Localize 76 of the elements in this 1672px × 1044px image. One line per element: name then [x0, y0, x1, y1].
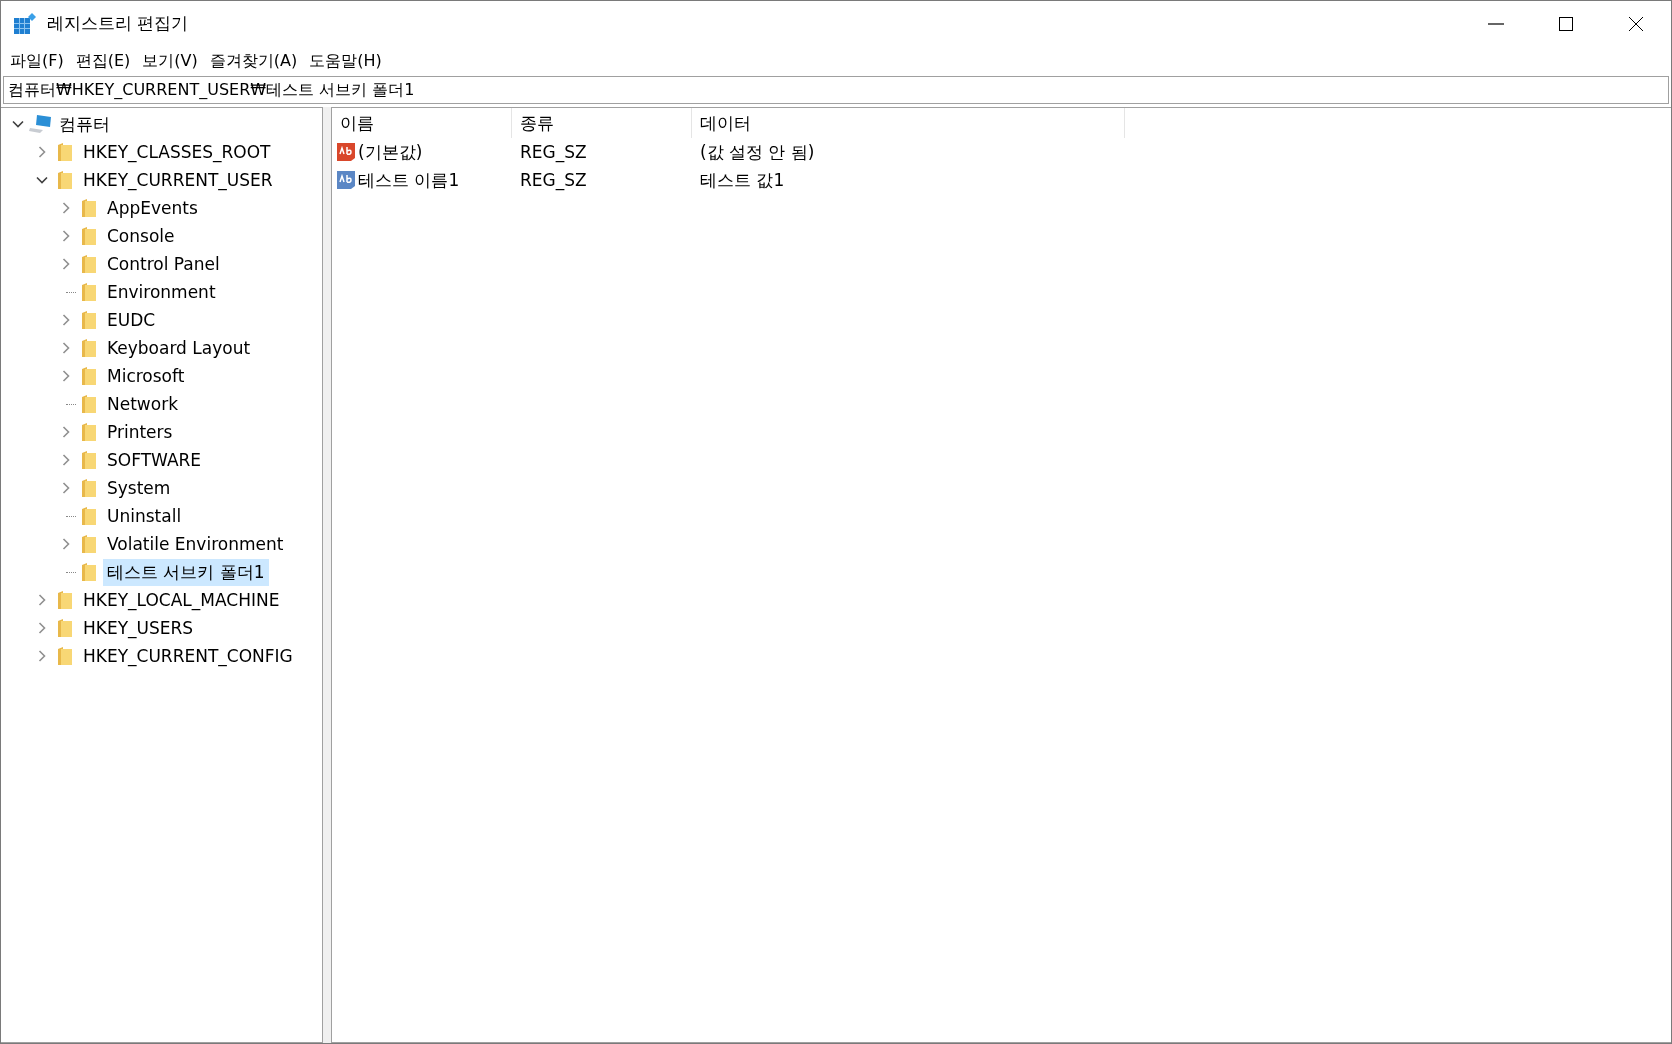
tree-item[interactable]: EUDC [103, 308, 160, 332]
tree-item[interactable]: Keyboard Layout [103, 336, 255, 360]
folder-icon [81, 562, 97, 582]
tree-item[interactable]: HKEY_USERS [79, 616, 198, 640]
chevron-right-icon[interactable] [36, 146, 48, 158]
folder-icon [81, 226, 97, 246]
menu-item[interactable]: 즐겨찾기(A) [204, 48, 303, 74]
tree-item[interactable]: Network [103, 392, 182, 416]
column-header[interactable]: 데이터 [692, 108, 1125, 138]
menu-item[interactable]: 파일(F) [5, 48, 69, 74]
maximize-icon [1558, 15, 1574, 32]
chevron-down-icon[interactable] [36, 174, 48, 186]
tree-item[interactable]: Microsoft [103, 364, 189, 388]
chevron-right-icon[interactable] [60, 482, 72, 494]
value-type: REG_SZ [520, 142, 587, 162]
tree-item[interactable]: 테스트 서브키 폴더1 [103, 558, 269, 586]
tree-item[interactable]: Control Panel [103, 252, 224, 276]
folder-icon [57, 590, 73, 610]
folder-icon [81, 450, 97, 470]
chevron-right-icon[interactable] [60, 454, 72, 466]
column-header[interactable]: 종류 [512, 108, 692, 138]
column-header[interactable]: 이름 [332, 108, 512, 138]
tree-item[interactable]: Uninstall [103, 504, 186, 528]
address-bar[interactable]: 컴퓨터₩HKEY_CURRENT_USER₩테스트 서브키 폴더1 [3, 76, 1669, 104]
chevron-right-icon[interactable] [60, 426, 72, 438]
tree-item[interactable]: System [103, 476, 175, 500]
folder-icon [81, 422, 97, 442]
tree-item[interactable]: 컴퓨터 [55, 110, 114, 138]
folder-icon [81, 198, 97, 218]
registry-app-icon [13, 12, 37, 35]
tree-item[interactable]: Environment [103, 280, 220, 304]
chevron-right-icon[interactable] [60, 370, 72, 382]
value-name[interactable]: 테스트 이름1 [358, 168, 460, 192]
folder-icon [81, 282, 97, 302]
window-title: 레지스트리 편집기 [47, 12, 190, 35]
minimize-icon [1488, 22, 1504, 25]
folder-icon [81, 478, 97, 498]
menu-item[interactable]: 보기(V) [137, 48, 203, 74]
close-icon [1628, 15, 1644, 32]
tree-item[interactable]: Console [103, 224, 179, 248]
value-data: 테스트 값1 [700, 168, 785, 192]
tree-item[interactable]: Printers [103, 420, 177, 444]
chevron-right-icon[interactable] [36, 622, 48, 634]
chevron-right-icon[interactable] [60, 538, 72, 550]
folder-icon [81, 534, 97, 554]
folder-icon [81, 366, 97, 386]
tree-item[interactable]: SOFTWARE [103, 448, 206, 472]
folder-icon [81, 506, 97, 526]
value-type: REG_SZ [520, 170, 587, 190]
chevron-right-icon[interactable] [60, 230, 72, 242]
tree-item[interactable]: HKEY_LOCAL_MACHINE [79, 588, 284, 612]
chevron-right-icon[interactable] [60, 314, 72, 326]
chevron-right-icon[interactable] [60, 258, 72, 270]
chevron-down-icon[interactable] [12, 118, 24, 130]
tree-item[interactable]: AppEvents [103, 196, 202, 220]
menu-item[interactable]: 도움말(H) [304, 48, 387, 74]
tree-item[interactable]: HKEY_CLASSES_ROOT [79, 140, 275, 164]
chevron-right-icon[interactable] [60, 202, 72, 214]
computer-icon [29, 114, 53, 134]
tree-item[interactable]: Volatile Environment [103, 532, 288, 556]
value-data: (값 설정 안 됨) [700, 140, 815, 164]
tree-item[interactable]: HKEY_CURRENT_USER [79, 168, 277, 192]
folder-icon [81, 254, 97, 274]
folder-icon [81, 310, 97, 330]
menu-item[interactable]: 편집(E) [70, 48, 136, 74]
folder-icon [81, 338, 97, 358]
tree-item[interactable]: HKEY_CURRENT_CONFIG [79, 644, 297, 668]
chevron-right-icon[interactable] [36, 650, 48, 662]
chevron-right-icon[interactable] [36, 594, 48, 606]
folder-icon [57, 646, 73, 666]
folder-icon [57, 618, 73, 638]
value-name[interactable]: (기본값) [358, 140, 423, 164]
folder-icon [57, 170, 73, 190]
chevron-right-icon[interactable] [60, 342, 72, 354]
folder-icon [81, 394, 97, 414]
folder-icon [57, 142, 73, 162]
